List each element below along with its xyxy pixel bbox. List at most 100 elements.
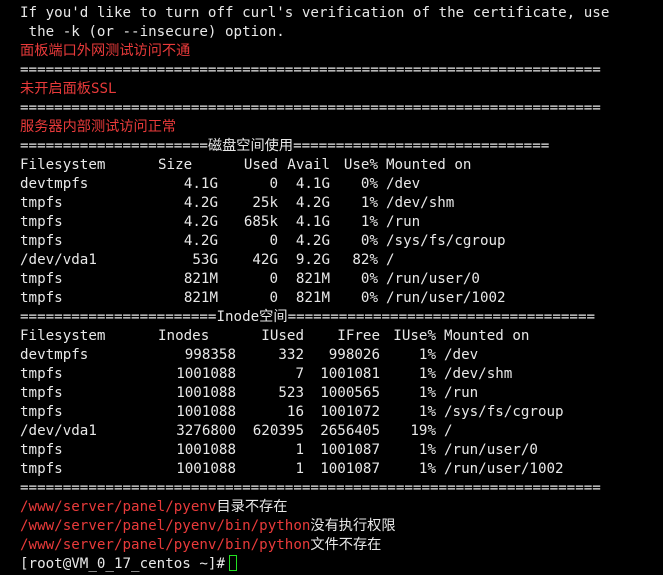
inode-header-filesystem: Filesystem: [20, 328, 106, 344]
separator-line: ========================================…: [20, 480, 601, 496]
python-path: /www/server/panel/pyenv/bin/python: [20, 537, 311, 553]
disk-cell-used: 0: [269, 271, 278, 287]
inode-cell-filesystem: tmpfs: [20, 385, 63, 401]
disk-cell-avail: 821M: [295, 271, 330, 287]
disk-header-filesystem: Filesystem: [20, 157, 106, 173]
disk-cell-mounted: /dev: [386, 176, 421, 192]
inode-cell-iuse-pct: 1%: [418, 404, 436, 420]
disk-cell-use-pct: 0%: [360, 233, 378, 249]
inode-header-mounted: Mounted on: [444, 328, 530, 344]
inode-cell-inodes: 3276800: [176, 423, 236, 439]
inode-cell-iuse-pct: 1%: [418, 385, 436, 401]
disk-cell-used: 685k: [243, 214, 278, 230]
disk-cell-use-pct: 0%: [360, 176, 378, 192]
inode-cell-iused: 16: [286, 404, 304, 420]
python-file-status: 文件不存在: [310, 537, 382, 553]
disk-cell-use-pct: 0%: [360, 271, 378, 287]
inode-section-header: =======================Inode空间==========…: [20, 308, 660, 327]
disk-cell-avail: 4.2G: [295, 233, 330, 249]
inode-cell-iuse-pct: 1%: [418, 442, 436, 458]
disk-cell-mounted: /run: [386, 214, 421, 230]
disk-cell-avail: 821M: [295, 290, 330, 306]
separator-left: ======================: [20, 138, 208, 154]
inode-cell-iused: 332: [278, 347, 304, 363]
disk-header-avail: Avail: [287, 157, 330, 173]
disk-cell-mounted: /run/user/0: [386, 271, 480, 287]
inode-cell-ifree: 998026: [328, 347, 380, 363]
inode-cell-mounted: /run: [444, 385, 479, 401]
separator-right: ==============================: [293, 138, 550, 154]
disk-cell-avail: 9.2G: [295, 252, 330, 268]
inode-cell-iused: 1: [295, 461, 304, 477]
disk-cell-filesystem: devtmpfs: [20, 176, 89, 192]
inode-cell-filesystem: /dev/vda1: [20, 423, 97, 439]
disk-cell-size: 4.2G: [183, 233, 218, 249]
inode-cell-filesystem: tmpfs: [20, 442, 63, 458]
text-cursor[interactable]: [229, 555, 237, 571]
inode-cell-filesystem: tmpfs: [20, 366, 63, 382]
inode-cell-filesystem: devtmpfs: [20, 347, 89, 363]
disk-cell-avail: 4.1G: [295, 176, 330, 192]
disk-cell-use-pct: 82%: [352, 252, 378, 268]
inode-cell-mounted: /sys/fs/cgroup: [444, 404, 564, 420]
curl-warning-line-2: the -k (or --insecure) option.: [20, 24, 285, 40]
disk-usage-table: Filesystem Size Used Avail Use% Mounted …: [20, 156, 660, 308]
disk-section-header: ======================磁盘空间使用============…: [20, 137, 660, 156]
inode-cell-filesystem: tmpfs: [20, 461, 63, 477]
inode-cell-mounted: /dev: [444, 347, 479, 363]
disk-cell-mounted: /sys/fs/cgroup: [386, 233, 506, 249]
python-file-check: /www/server/panel/pyenv/bin/python文件不存在: [20, 536, 660, 555]
inode-header-ifree: IFree: [337, 328, 380, 344]
inode-cell-mounted: /run/user/1002: [444, 461, 564, 477]
disk-cell-avail: 4.2G: [295, 195, 330, 211]
inode-cell-ifree: 1001072: [320, 404, 380, 420]
disk-cell-used: 25k: [252, 195, 278, 211]
disk-cell-size: 53G: [192, 252, 218, 268]
inode-cell-ifree: 2656405: [320, 423, 380, 439]
disk-cell-use-pct: 1%: [360, 214, 378, 230]
inode-header-iuse-pct: IUse%: [393, 328, 436, 344]
inode-header-iused: IUsed: [261, 328, 304, 344]
separator-right: ====================================: [287, 309, 596, 325]
inode-cell-iuse-pct: 1%: [418, 366, 436, 382]
python-exec-check: /www/server/panel/pyenv/bin/python没有执行权限: [20, 517, 660, 536]
inode-cell-inodes: 1001088: [176, 461, 236, 477]
separator-line: ========================================…: [20, 62, 601, 78]
shell-prompt-line[interactable]: [root@VM_0_17_centos ~]#: [20, 555, 660, 574]
disk-header-mounted: Mounted on: [386, 157, 472, 173]
disk-header-used: Used: [243, 157, 278, 173]
inode-cell-ifree: 1000565: [320, 385, 380, 401]
terminal-window[interactable]: If you'd like to turn off curl's verific…: [20, 0, 660, 575]
ssl-message: 未开启面板SSL: [20, 81, 117, 97]
shell-prompt: [root@VM_0_17_centos ~]#: [20, 556, 225, 572]
curl-warning-line-1: If you'd like to turn off curl's verific…: [20, 5, 610, 21]
disk-cell-filesystem: tmpfs: [20, 290, 63, 306]
inode-usage-table: Filesystem Inodes IUsed IFree IUse% Moun…: [20, 327, 660, 479]
inode-cell-ifree: 1001081: [320, 366, 380, 382]
disk-cell-used: 0: [269, 233, 278, 249]
disk-cell-avail: 4.1G: [295, 214, 330, 230]
inode-cell-mounted: /dev/shm: [444, 366, 513, 382]
disk-cell-filesystem: tmpfs: [20, 214, 63, 230]
disk-cell-mounted: /run/user/1002: [386, 290, 506, 306]
internal-access-message: 服务器内部测试访问正常: [20, 119, 177, 135]
inode-cell-inodes: 1001088: [176, 385, 236, 401]
separator-line: ========================================…: [20, 100, 601, 116]
disk-cell-size: 4.2G: [183, 214, 218, 230]
disk-cell-size: 821M: [183, 290, 218, 306]
inode-cell-iuse-pct: 1%: [418, 461, 436, 477]
inode-cell-inodes: 1001088: [176, 404, 236, 420]
disk-section-title: 磁盘空间使用: [207, 138, 294, 154]
disk-cell-filesystem: tmpfs: [20, 271, 63, 287]
separator-left: =======================: [20, 309, 217, 325]
inode-header-inodes: Inodes: [158, 328, 210, 344]
disk-header-size: Size: [158, 157, 193, 173]
pyenv-path: /www/server/panel/pyenv: [20, 499, 217, 515]
disk-cell-filesystem: tmpfs: [20, 195, 63, 211]
disk-header-use-pct: Use%: [343, 157, 378, 173]
inode-cell-iused: 620395: [252, 423, 304, 439]
inode-cell-iused: 1: [295, 442, 304, 458]
pyenv-dir-check: /www/server/panel/pyenv目录不存在: [20, 498, 660, 517]
inode-cell-iused: 7: [295, 366, 304, 382]
disk-cell-size: 4.2G: [183, 195, 218, 211]
